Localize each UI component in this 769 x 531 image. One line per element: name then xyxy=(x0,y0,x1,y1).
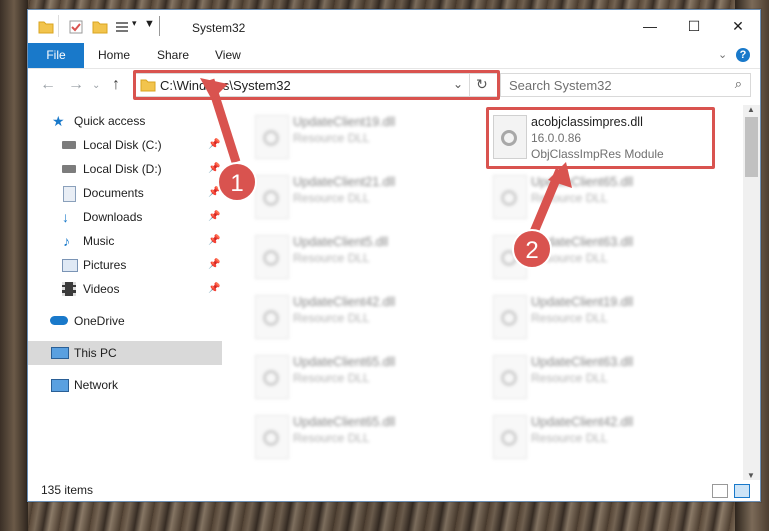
step-marker-2: 2 xyxy=(512,229,552,269)
arrowhead-icon xyxy=(200,78,228,100)
annotation-overlay xyxy=(200,78,572,234)
step-marker-1: 1 xyxy=(217,162,257,202)
